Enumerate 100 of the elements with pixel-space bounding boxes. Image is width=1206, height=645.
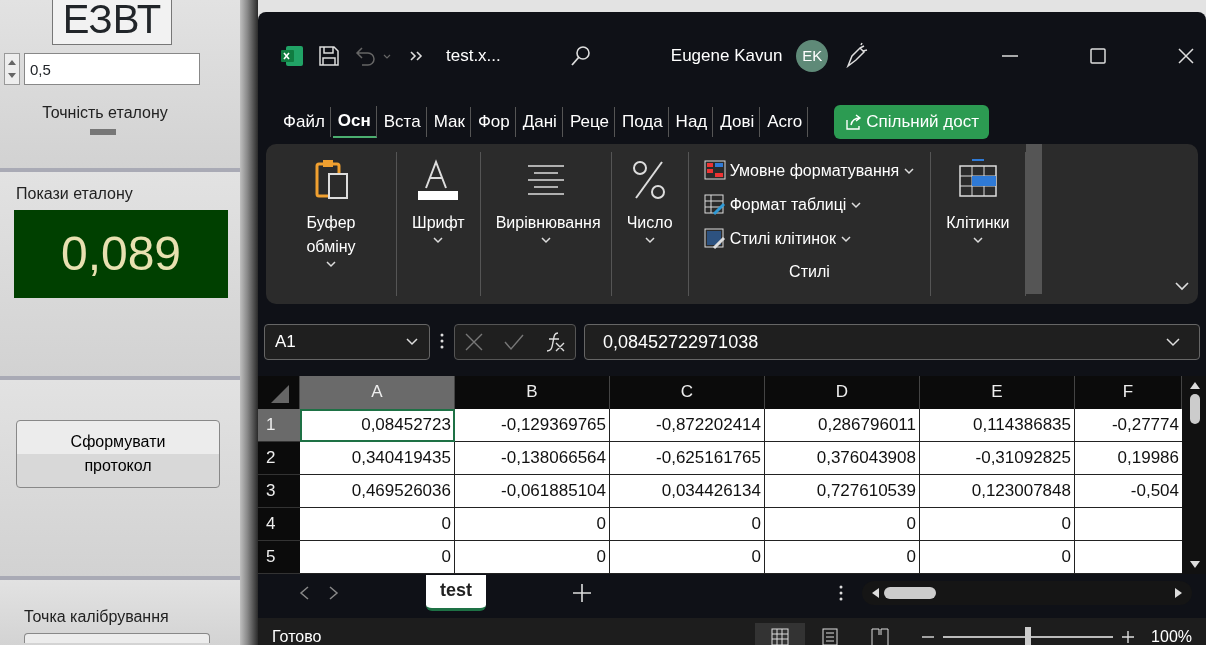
table-cell[interactable]: -0,138066564	[455, 442, 610, 475]
scroll-left-icon	[870, 587, 880, 599]
table-cell[interactable]: 0	[920, 508, 1075, 541]
ribbon-group-button[interactable]: Шрифт	[411, 210, 466, 246]
table-cell[interactable]: 0,469526036	[300, 475, 455, 508]
reading-label: Покази еталону	[15, 184, 134, 204]
table-cell[interactable]: -0,129369765	[455, 409, 610, 442]
calibration-button[interactable]	[24, 633, 210, 643]
user-avatar[interactable]: EK	[796, 40, 829, 72]
zoom-in-icon[interactable]	[1121, 630, 1136, 644]
row-header[interactable]: 2	[258, 442, 300, 475]
generate-protocol-button[interactable]: Сформувати протокол	[16, 420, 220, 488]
formula-field[interactable]: 0,08452722971038	[584, 324, 1200, 360]
normal-view-icon	[770, 627, 791, 645]
table-cell[interactable]: -0,27774	[1075, 409, 1182, 442]
excel-logo-icon[interactable]	[280, 44, 304, 68]
ribbon-tab[interactable]: Реце	[564, 107, 615, 137]
confirm-icon[interactable]	[503, 332, 525, 352]
ribbon-command[interactable]: Стилі клітинок	[702, 226, 853, 252]
column-header[interactable]: B	[455, 376, 610, 409]
zoom-slider-thumb[interactable]	[1025, 627, 1032, 645]
row-header[interactable]: 3	[258, 475, 300, 508]
ribbon-group-button[interactable]: Число	[625, 210, 674, 246]
ribbon-command[interactable]: Умовне форматування	[702, 158, 917, 184]
maximize-icon[interactable]	[1088, 46, 1108, 66]
table-cell[interactable]: 0,376043908	[765, 442, 920, 475]
spinner-icon[interactable]	[4, 53, 20, 85]
table-cell[interactable]: 0	[300, 508, 455, 541]
ribbon-tab[interactable]: Пода	[616, 107, 669, 137]
ribbon-tab[interactable]: Мак	[428, 107, 471, 137]
column-header[interactable]: E	[920, 376, 1075, 409]
table-cell[interactable]	[1075, 508, 1182, 541]
ribbon-tab[interactable]: Вста	[378, 107, 427, 137]
user-name[interactable]: Eugene Kavun	[670, 43, 783, 69]
ribbon-tab[interactable]: Дані	[517, 107, 563, 137]
table-cell[interactable]: 0	[765, 541, 920, 574]
close-icon[interactable]	[1176, 46, 1196, 66]
accuracy-field[interactable]: 0,5	[24, 53, 200, 85]
dropdown-icon	[1165, 337, 1181, 347]
table-cell[interactable]: 0,340419435	[300, 442, 455, 475]
next-sheet-icon[interactable]	[328, 585, 340, 601]
row-header[interactable]: 4	[258, 508, 300, 541]
view-button[interactable]	[755, 623, 806, 645]
table-cell[interactable]: 0	[300, 541, 455, 574]
share-button[interactable]: Спільний дост	[834, 105, 989, 139]
row-header[interactable]: 1	[258, 409, 300, 442]
table-cell[interactable]: 0	[765, 508, 920, 541]
column-header[interactable]: F	[1075, 376, 1182, 409]
ribbon-tab[interactable]: Осн	[332, 106, 377, 138]
scroll-up-icon[interactable]	[1189, 380, 1201, 390]
table-cell[interactable]: 0	[920, 541, 1075, 574]
table-cell[interactable]: -0,061885104	[455, 475, 610, 508]
name-box[interactable]: A1	[264, 324, 430, 360]
table-cell[interactable]: 0,286796011	[765, 409, 920, 442]
share-icon	[844, 113, 863, 131]
scrollbar-thumb[interactable]	[884, 587, 936, 599]
more-options-icon[interactable]	[838, 583, 844, 603]
ribbon-tab[interactable]: Файл	[278, 107, 331, 137]
calibration-point-label: Точка калібрування	[23, 607, 170, 627]
table-cell[interactable]: 0,034426134	[610, 475, 765, 508]
table-cell[interactable]: 0	[610, 541, 765, 574]
table-cell[interactable]: 0	[610, 508, 765, 541]
panel-title: ЕЗВТ	[52, 0, 172, 45]
horizontal-scrollbar[interactable]	[862, 581, 1192, 605]
dropdown-icon	[405, 337, 419, 347]
table-cell[interactable]: -0,31092825	[920, 442, 1075, 475]
ribbon-tab[interactable]: Над	[670, 107, 714, 137]
ribbon-tab[interactable]: Acro	[762, 107, 809, 137]
column-header[interactable]: D	[765, 376, 920, 409]
ribbon-group-button[interactable]: Буфер обміну	[280, 210, 382, 270]
search-icon[interactable]	[568, 44, 593, 68]
table-cell[interactable]: -0,872202414	[610, 409, 765, 442]
dropdown-icon	[432, 235, 445, 245]
column-header[interactable]: C	[610, 376, 765, 409]
ribbon-tab[interactable]: Фор	[472, 107, 516, 137]
table-cell[interactable]: 0,19986	[1075, 442, 1182, 475]
add-sheet-icon[interactable]	[572, 583, 592, 603]
table-cell[interactable]: 0,123007848	[920, 475, 1075, 508]
row-header[interactable]: 5	[258, 541, 300, 574]
ribbon-group-button[interactable]: Клітинки	[945, 210, 1011, 246]
save-icon[interactable]	[318, 45, 340, 67]
table-cell[interactable]: 0	[455, 508, 610, 541]
scroll-down-icon[interactable]	[1189, 560, 1201, 570]
table-cell[interactable]: -0,625161765	[610, 442, 765, 475]
table-cell[interactable]: 0,08452723	[300, 409, 455, 442]
cancel-icon[interactable]	[464, 332, 485, 352]
table-cell[interactable]: -0,504	[1075, 475, 1182, 508]
table-cell[interactable]	[1075, 541, 1182, 574]
scrollbar-thumb[interactable]	[1190, 394, 1200, 424]
column-header[interactable]: A	[300, 376, 455, 409]
zoom-level[interactable]: 100%	[1151, 625, 1192, 645]
table-cell[interactable]: 0	[455, 541, 610, 574]
vertical-scrollbar[interactable]	[1182, 376, 1206, 574]
ribbon-command[interactable]: Формат таблиці	[702, 192, 864, 218]
ribbon-tab[interactable]: Дові	[715, 107, 761, 137]
font-icon[interactable]	[416, 158, 461, 202]
sheet-tab[interactable]: test	[426, 575, 486, 611]
table-cell[interactable]: 0,114386835	[920, 409, 1075, 442]
table-cell[interactable]: 0,727610539	[765, 475, 920, 508]
previous-sheet-icon[interactable]	[298, 585, 310, 601]
